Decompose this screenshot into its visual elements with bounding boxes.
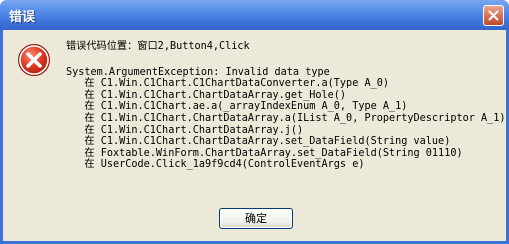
stack-line: 在 C1.Win.C1Chart.ChartDataArray.j() — [66, 124, 304, 136]
error-message: 错误代码位置：窗口2,Button4,Click System.ArgumentE… — [66, 41, 506, 171]
stack-line: 在 C1.Win.C1Chart.ChartDataArray.get_Hole… — [66, 89, 347, 101]
stack-line: 在 C1.Win.C1Chart.C1ChartDataConverter.a(… — [66, 78, 389, 90]
dialog-body: 错误代码位置：窗口2,Button4,Click System.ArgumentE… — [3, 30, 506, 241]
ok-button[interactable]: 确定 — [219, 208, 293, 229]
title-bar[interactable]: 错误 — [0, 0, 509, 30]
close-button[interactable] — [483, 5, 504, 26]
stack-line: 在 C1.Win.C1Chart.ae.a(_arrayIndexEnum A_… — [66, 101, 408, 113]
error-location: 错误代码位置：窗口2,Button4,Click — [66, 41, 250, 52]
error-icon — [18, 44, 50, 76]
stack-line: 在 C1.Win.C1Chart.ChartDataArray.a(IList … — [66, 112, 506, 124]
stack-line: 在 UserCode.Click_1a9f9cd4(ControlEventAr… — [66, 159, 365, 171]
error-dialog: 错误 错误代码位置：窗口2,Button4,Click System.Argume… — [0, 0, 509, 244]
close-icon — [488, 10, 499, 21]
stack-line: 在 C1.Win.C1Chart.ChartDataArray.set_Data… — [66, 136, 451, 148]
exception-line: System.ArgumentException: Invalid data t… — [66, 66, 330, 78]
stack-line: 在 Foxtable.WinForm.ChartDataArray.set_Da… — [66, 147, 463, 159]
window-title: 错误 — [9, 10, 36, 25]
